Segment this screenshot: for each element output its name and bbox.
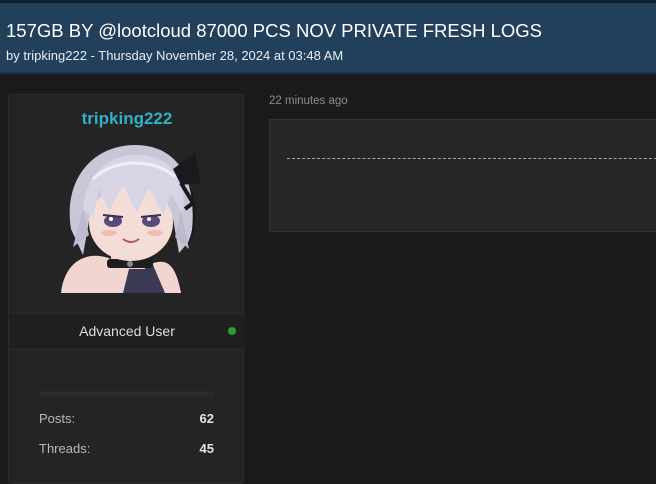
posts-stat-value: 62 bbox=[199, 411, 214, 426]
thread-meta: by tripking222 - Thursday November 28, 2… bbox=[6, 48, 344, 63]
threads-stat-value: 45 bbox=[199, 441, 214, 456]
threads-stat-label: Threads: bbox=[39, 441, 91, 456]
thread-title: 157GB BY @lootcloud 87000 PCS NOV PRIVAT… bbox=[6, 20, 542, 41]
post-divider bbox=[287, 158, 656, 159]
user-rank-bar: Advanced User bbox=[9, 313, 245, 349]
stats-divider bbox=[39, 391, 215, 397]
post-body bbox=[269, 119, 656, 232]
posts-stat-label: Posts: bbox=[39, 411, 76, 426]
user-rank-label: Advanced User bbox=[79, 323, 175, 339]
online-status-icon bbox=[228, 327, 236, 335]
thread-header: 157GB BY @lootcloud 87000 PCS NOV PRIVAT… bbox=[0, 0, 656, 74]
author-card: tripking222 Advanced User Posts: 62 Thre… bbox=[8, 94, 245, 484]
anime-avatar-icon[interactable] bbox=[53, 139, 203, 293]
author-username-link[interactable]: tripking222 bbox=[9, 109, 245, 129]
post-timestamp: 22 minutes ago bbox=[269, 95, 348, 107]
